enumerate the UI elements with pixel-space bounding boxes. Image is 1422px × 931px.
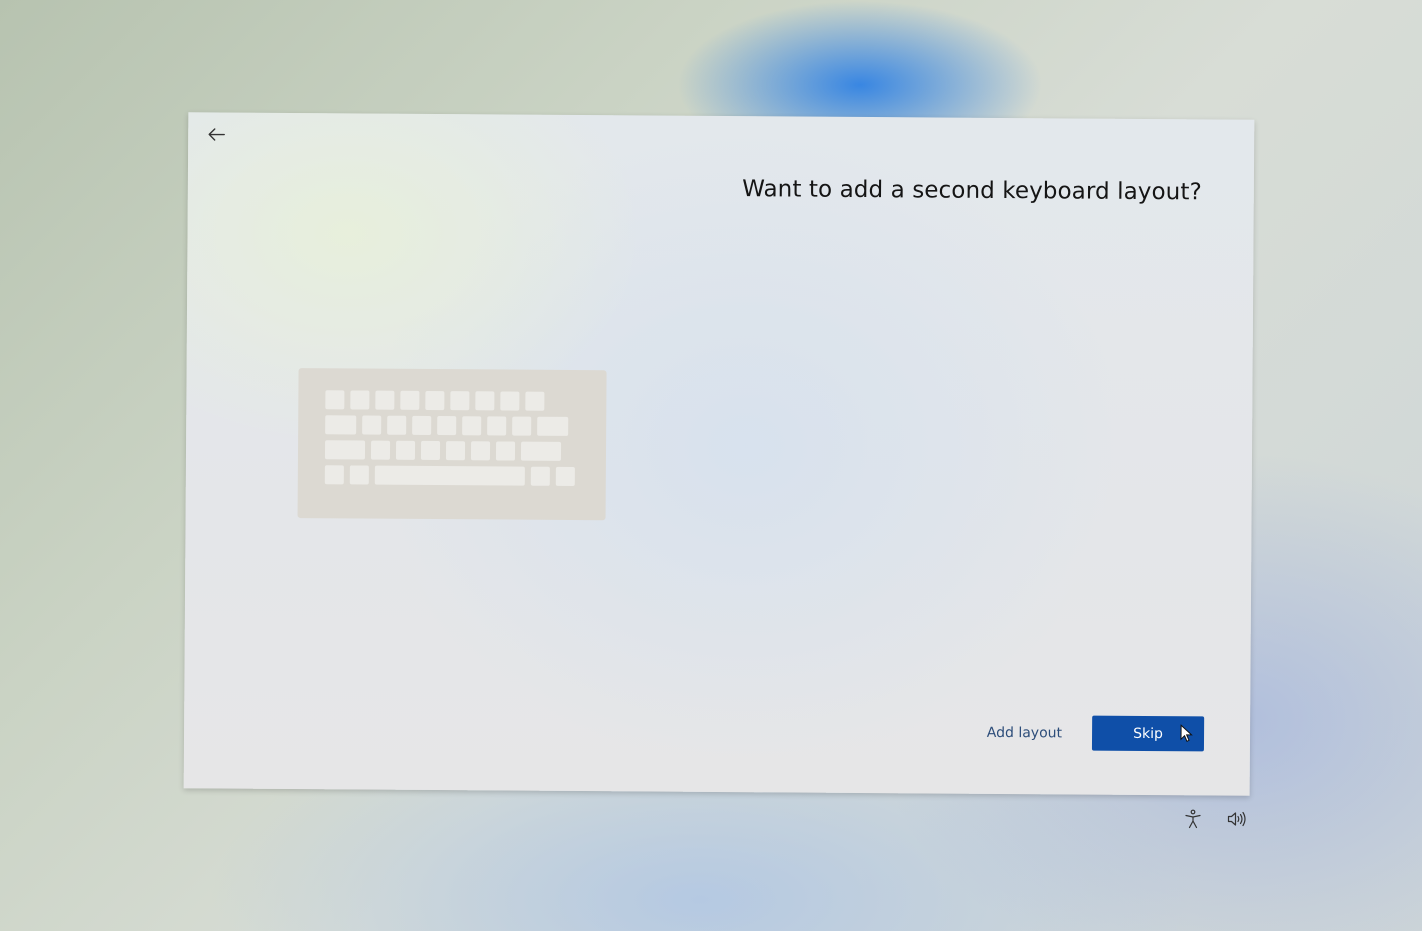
accessibility-icon [1185, 809, 1201, 829]
keyboard-key [324, 465, 344, 485]
keyboard-key [325, 390, 345, 410]
keyboard-key [370, 440, 391, 460]
keyboard-key [450, 391, 470, 411]
keyboard-key [500, 391, 520, 411]
keyboard-row [325, 390, 580, 411]
keyboard-key [530, 466, 550, 486]
action-bar: Add layout Skip [987, 715, 1205, 752]
keyboard-key [520, 441, 562, 461]
page-title: Want to add a second keyboard layout? [742, 176, 1202, 206]
keyboard-key [400, 390, 420, 410]
keyboard-key [362, 415, 382, 435]
keyboard-key [445, 441, 466, 461]
keyboard-key [324, 440, 366, 460]
mouse-pointer-icon [1180, 724, 1193, 742]
keyboard-key [350, 390, 370, 410]
keyboard-key [512, 416, 532, 436]
volume-icon [1227, 811, 1246, 827]
keyboard-row [325, 415, 580, 436]
system-tray [1182, 808, 1248, 830]
keyboard-key [349, 465, 369, 485]
keyboard-key [325, 415, 357, 435]
keyboard-key [475, 391, 495, 411]
skip-label: Skip [1133, 725, 1164, 742]
keyboard-spacebar [374, 465, 525, 486]
keyboard-key [437, 416, 457, 436]
keyboard-key [375, 390, 395, 410]
setup-window: Want to add a second keyboard layout? Ad… [183, 112, 1255, 796]
keyboard-key [462, 416, 482, 436]
accessibility-button[interactable] [1182, 808, 1204, 830]
keyboard-key [420, 440, 441, 461]
keyboard-key [395, 440, 416, 460]
back-button[interactable] [202, 120, 230, 148]
keyboard-key [537, 416, 569, 436]
keyboard-key [387, 415, 407, 435]
add-layout-button[interactable]: Add layout [987, 718, 1062, 747]
keyboard-key [495, 441, 516, 461]
keyboard-key [487, 416, 507, 436]
volume-button[interactable] [1226, 808, 1248, 830]
keyboard-row [324, 465, 580, 486]
keyboard-key [412, 415, 432, 435]
keyboard-icon [297, 368, 607, 521]
keyboard-key [425, 390, 445, 411]
keyboard-key [555, 466, 575, 486]
back-arrow-icon [208, 128, 225, 141]
keyboard-row [324, 440, 580, 461]
skip-button[interactable]: Skip [1091, 715, 1205, 752]
keyboard-key [470, 441, 491, 461]
keyboard-key [525, 391, 545, 411]
